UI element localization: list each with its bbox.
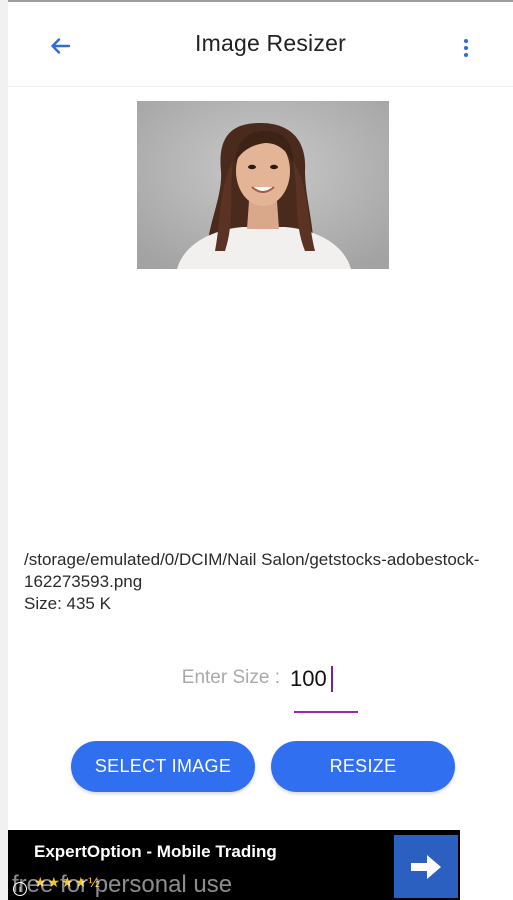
arrow-right-icon	[411, 854, 441, 879]
app-bar: Image Resizer	[8, 2, 513, 87]
size-input[interactable]	[290, 660, 358, 698]
portrait-photo	[137, 101, 389, 269]
more-options-button[interactable]	[456, 30, 476, 66]
back-arrow-icon	[51, 38, 71, 54]
more-vertical-icon	[464, 46, 468, 50]
size-label: Enter Size :	[181, 667, 280, 688]
info-icon[interactable]: i	[13, 882, 27, 896]
image-preview	[137, 101, 389, 269]
ad-title: ExpertOption - Mobile Trading	[34, 842, 277, 861]
file-path: /storage/emulated/0/DCIM/Nail Salon/gets…	[24, 550, 480, 591]
text-caret	[331, 666, 333, 692]
more-vertical-icon	[464, 39, 468, 43]
more-vertical-icon	[464, 53, 468, 57]
watermark-text: free for personal use	[12, 871, 233, 898]
select-image-button[interactable]: SELECT IMAGE	[71, 741, 255, 792]
app-screen: Image Resizer /storage/emulated/0/DCIM/N…	[0, 0, 513, 900]
resize-button[interactable]: RESIZE	[271, 741, 455, 792]
input-underline	[294, 711, 358, 713]
page-title: Image Resizer	[195, 30, 346, 56]
ad-cta-button[interactable]	[394, 835, 458, 898]
file-size: Size: 435 K	[24, 594, 111, 613]
file-info: /storage/emulated/0/DCIM/Nail Salon/gets…	[24, 549, 494, 615]
size-field	[290, 660, 360, 716]
side-edge	[0, 0, 8, 900]
back-button[interactable]	[44, 28, 76, 64]
